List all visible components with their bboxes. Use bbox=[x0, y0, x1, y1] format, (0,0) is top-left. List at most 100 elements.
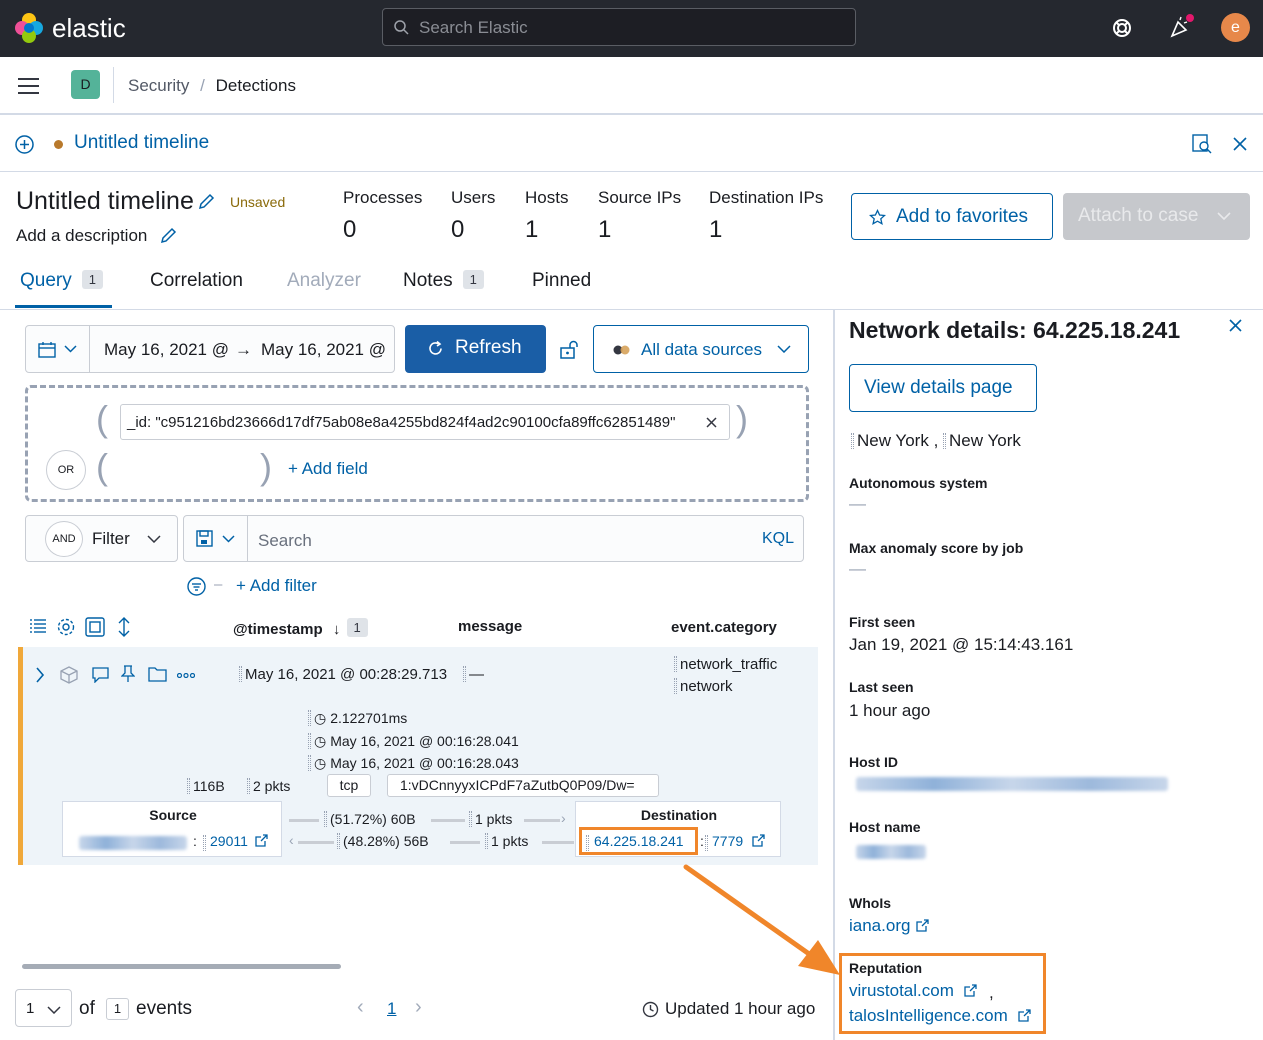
pin-icon[interactable] bbox=[121, 665, 135, 683]
global-search-input[interactable]: Search Elastic bbox=[382, 8, 856, 46]
help-icon[interactable] bbox=[1112, 18, 1132, 38]
source-out-packets[interactable]: 1 pkts bbox=[469, 811, 512, 827]
provider-badge[interactable]: _id: "c951216bd23666d17df75ab08e8a4255bd… bbox=[120, 404, 730, 440]
drag-handle bbox=[586, 835, 589, 851]
location-city[interactable]: New York bbox=[857, 431, 929, 450]
source-out-bytes[interactable]: (51.72%) 60B bbox=[324, 811, 416, 827]
network-bytes[interactable]: 116B bbox=[187, 778, 225, 794]
tab-query[interactable]: Query 1 bbox=[20, 270, 103, 292]
add-icon[interactable] bbox=[15, 135, 34, 154]
user-avatar[interactable]: e bbox=[1221, 13, 1250, 42]
date-end[interactable]: May 16, 2021 @ bbox=[261, 340, 386, 360]
refresh-button[interactable]: Refresh bbox=[405, 325, 546, 373]
gear-icon[interactable] bbox=[56, 617, 76, 637]
external-link-icon bbox=[1018, 1009, 1031, 1022]
virustotal-link[interactable]: virustotal.com bbox=[849, 981, 977, 1001]
rows-per-page-select[interactable]: 1 bbox=[15, 989, 72, 1027]
talos-link[interactable]: talosIntelligence.com bbox=[849, 1006, 1031, 1026]
prev-page-icon[interactable]: ‹ bbox=[357, 996, 364, 1019]
attach-to-case-button[interactable]: Attach to case bbox=[1063, 193, 1250, 240]
inspect-icon[interactable] bbox=[1192, 134, 1212, 154]
column-header-timestamp[interactable]: @timestamp ↓ 1 bbox=[233, 618, 368, 638]
column-header-message[interactable]: message bbox=[458, 618, 522, 635]
external-link-icon[interactable] bbox=[255, 834, 268, 847]
cell-message[interactable]: — bbox=[463, 666, 484, 683]
drag-handle bbox=[485, 833, 488, 849]
event-duration[interactable]: ◷ 2.122701ms bbox=[308, 710, 407, 727]
page-1-link[interactable]: 1 bbox=[387, 999, 396, 1019]
and-filter-select[interactable]: AND Filter bbox=[25, 515, 178, 562]
drag-handle bbox=[324, 811, 327, 827]
source-in-packets[interactable]: 1 pkts bbox=[485, 833, 528, 849]
destination-port-link[interactable]: 7779 bbox=[712, 833, 743, 849]
remove-provider-icon[interactable] bbox=[706, 417, 717, 428]
event-start[interactable]: ◷ May 16, 2021 @ 00:16:28.041 bbox=[308, 733, 519, 750]
protocol-badge[interactable]: tcp bbox=[327, 774, 371, 797]
saved-query-button[interactable] bbox=[184, 516, 248, 561]
filter-options-icon[interactable] bbox=[187, 577, 206, 596]
add-description-label[interactable]: Add a description bbox=[16, 226, 147, 246]
cell-category-2[interactable]: network bbox=[674, 678, 733, 695]
view-details-page-button[interactable]: View details page bbox=[849, 364, 1037, 412]
data-sources-button[interactable]: All data sources bbox=[593, 325, 809, 373]
unlock-icon[interactable] bbox=[559, 340, 579, 360]
add-filter-link[interactable]: + Add filter bbox=[236, 576, 317, 596]
close-icon[interactable] bbox=[1233, 137, 1247, 151]
tab-notes[interactable]: Notes 1 bbox=[403, 270, 484, 292]
edit-title-pencil-icon[interactable] bbox=[197, 193, 215, 211]
close-paren: ) bbox=[260, 446, 272, 487]
space-avatar[interactable]: D bbox=[71, 70, 100, 99]
expand-row-icon[interactable] bbox=[35, 667, 45, 683]
redacted-source-ip[interactable] bbox=[79, 836, 187, 850]
quick-select-button[interactable] bbox=[26, 326, 90, 372]
folder-icon[interactable] bbox=[148, 666, 167, 682]
source-port-link[interactable]: 29011 bbox=[210, 833, 248, 849]
network-packets[interactable]: 2 pkts bbox=[247, 778, 290, 794]
add-note-icon[interactable] bbox=[92, 667, 109, 683]
close-panel-icon[interactable] bbox=[1229, 319, 1242, 332]
next-page-icon[interactable]: › bbox=[415, 996, 422, 1019]
timeline-title: Untitled timeline bbox=[16, 187, 194, 215]
menu-icon[interactable] bbox=[18, 77, 40, 95]
timeline-title-link[interactable]: Untitled timeline bbox=[74, 132, 209, 154]
list-icon[interactable] bbox=[29, 618, 47, 634]
date-start[interactable]: May 16, 2021 @ bbox=[104, 340, 229, 360]
location-region[interactable]: New York bbox=[949, 431, 1021, 450]
fullscreen-icon[interactable] bbox=[85, 617, 105, 637]
kql-toggle[interactable]: KQL bbox=[762, 530, 794, 548]
redacted-host-id[interactable] bbox=[856, 777, 1168, 791]
tab-analyzer[interactable]: Analyzer bbox=[287, 270, 361, 292]
column-header-event-category[interactable]: event.category bbox=[671, 619, 777, 636]
in-bytes: (48.28%) 56B bbox=[343, 833, 429, 849]
sort-icon[interactable] bbox=[116, 617, 132, 637]
edit-description-pencil-icon[interactable] bbox=[159, 227, 177, 245]
horizontal-scrollbar[interactable] bbox=[22, 964, 341, 969]
search-placeholder[interactable]: Search bbox=[258, 531, 312, 551]
more-actions-icon[interactable] bbox=[177, 673, 195, 678]
analyze-event-icon[interactable] bbox=[60, 666, 78, 684]
tab-pinned[interactable]: Pinned bbox=[532, 270, 591, 292]
tab-correlation[interactable]: Correlation bbox=[150, 270, 243, 292]
data-providers-dropzone[interactable]: ( _id: "c951216bd23666d17df75ab08e8a4255… bbox=[25, 385, 809, 502]
source-in-bytes[interactable]: (48.28%) 56B bbox=[337, 833, 429, 849]
newsfeed-icon[interactable] bbox=[1168, 14, 1194, 40]
cell-category-1[interactable]: network_traffic bbox=[674, 656, 777, 673]
stat-processes: Processes 0 bbox=[343, 188, 422, 244]
elastic-logo-icon[interactable] bbox=[14, 12, 44, 44]
arrow-right-icon: › bbox=[561, 810, 566, 826]
community-id-badge[interactable]: 1:vDCnnyyxICPdF7aZutbQ0P09/Dw= bbox=[387, 774, 659, 797]
event-end[interactable]: ◷ May 16, 2021 @ 00:16:28.043 bbox=[308, 755, 519, 772]
destination-ip-link[interactable]: 64.225.18.241 bbox=[594, 833, 684, 849]
source-box: Source : 29011 bbox=[62, 801, 282, 857]
redacted-host-name[interactable] bbox=[856, 845, 926, 859]
cell-timestamp[interactable]: May 16, 2021 @ 00:28:29.713 bbox=[239, 666, 447, 683]
whois-link[interactable]: iana.org bbox=[849, 916, 929, 936]
sort-desc-icon: ↓ bbox=[332, 621, 341, 638]
star-icon bbox=[869, 209, 886, 226]
drag-handle bbox=[187, 778, 190, 794]
add-field-link[interactable]: + Add field bbox=[288, 459, 368, 479]
add-to-favorites-button[interactable]: Add to favorites bbox=[851, 193, 1053, 240]
total-count-badge: 1 bbox=[106, 998, 129, 1020]
breadcrumb-security[interactable]: Security bbox=[128, 76, 189, 95]
external-link-icon[interactable] bbox=[752, 834, 765, 847]
